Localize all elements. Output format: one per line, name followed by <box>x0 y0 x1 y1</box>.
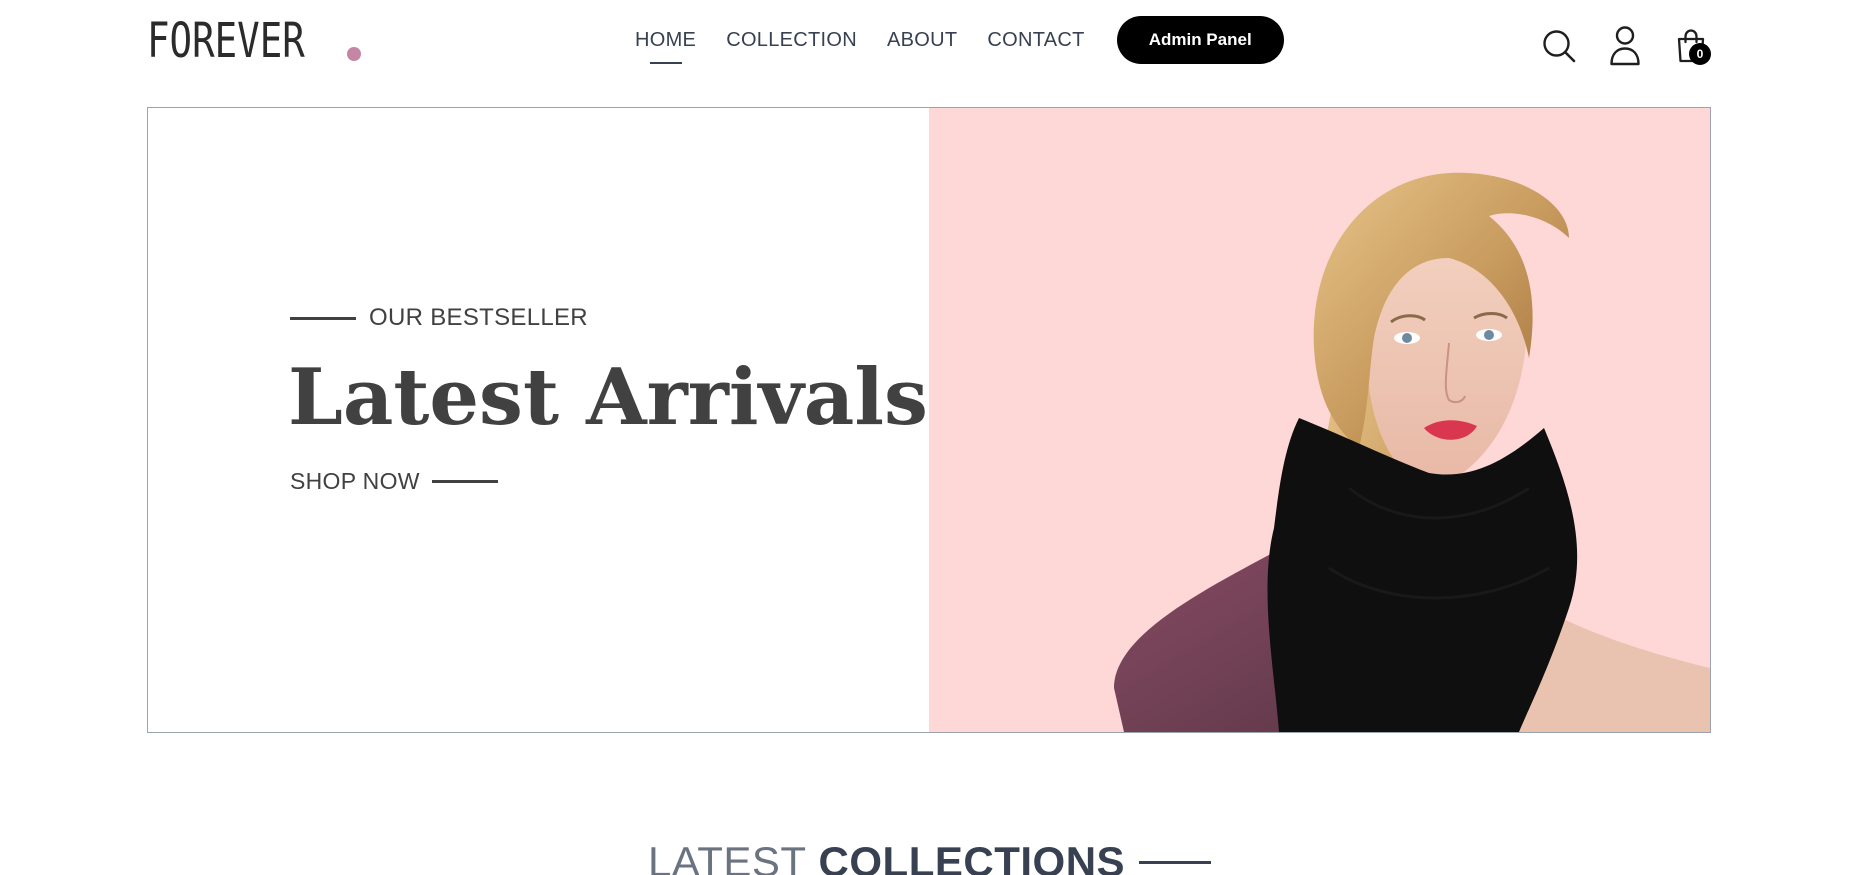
logo-text: FOREVER <box>147 13 305 69</box>
section-title-line <box>1139 860 1212 864</box>
hero-content: OUR BESTSELLER Latest Arrivals SHOP NOW <box>288 304 928 495</box>
logo-dot <box>347 47 361 61</box>
hero-image <box>929 108 1710 732</box>
section-title-light: LATEST <box>647 838 807 875</box>
nav-icons: 0 <box>1513 25 1711 67</box>
hero-title: Latest Arrivals <box>288 352 928 443</box>
hero-text-panel: OUR BESTSELLER Latest Arrivals SHOP NOW <box>148 108 929 732</box>
shop-now-label[interactable]: SHOP NOW <box>290 468 420 495</box>
hero-banner: OUR BESTSELLER Latest Arrivals SHOP NOW <box>147 107 1711 733</box>
cart-count-badge: 0 <box>1689 43 1711 65</box>
user-icon[interactable] <box>1605 25 1645 67</box>
nav-link-collection[interactable]: COLLECTION <box>726 29 857 52</box>
eyebrow-text: OUR BESTSELLER <box>369 304 588 331</box>
nav-link-about[interactable]: ABOUT <box>887 29 957 52</box>
shop-now-link[interactable]: SHOP NOW <box>290 468 928 495</box>
navbar: FOREVER HOME COLLECTION ABOUT CONTACT Ad… <box>147 0 1711 92</box>
page: FOREVER HOME COLLECTION ABOUT CONTACT Ad… <box>0 0 1859 875</box>
search-icon[interactable] <box>1539 25 1579 67</box>
nav-link-contact[interactable]: CONTACT <box>987 29 1084 52</box>
model-photo <box>1114 172 1710 732</box>
main-nav: HOME COLLECTION ABOUT CONTACT Admin Pane… <box>635 16 1284 64</box>
nav-link-home[interactable]: HOME <box>635 29 696 52</box>
section-title-bold: COLLECTIONS <box>818 838 1126 875</box>
admin-panel-button[interactable]: Admin Panel <box>1116 16 1284 64</box>
shopping-bag-icon[interactable]: 0 <box>1671 25 1711 67</box>
latest-collections-heading: LATEST COLLECTIONS <box>0 838 1859 875</box>
brand-logo[interactable]: FOREVER <box>147 13 383 69</box>
shop-now-line <box>431 480 498 483</box>
eyebrow-row: OUR BESTSELLER <box>290 304 928 332</box>
eyebrow-line <box>290 316 356 320</box>
